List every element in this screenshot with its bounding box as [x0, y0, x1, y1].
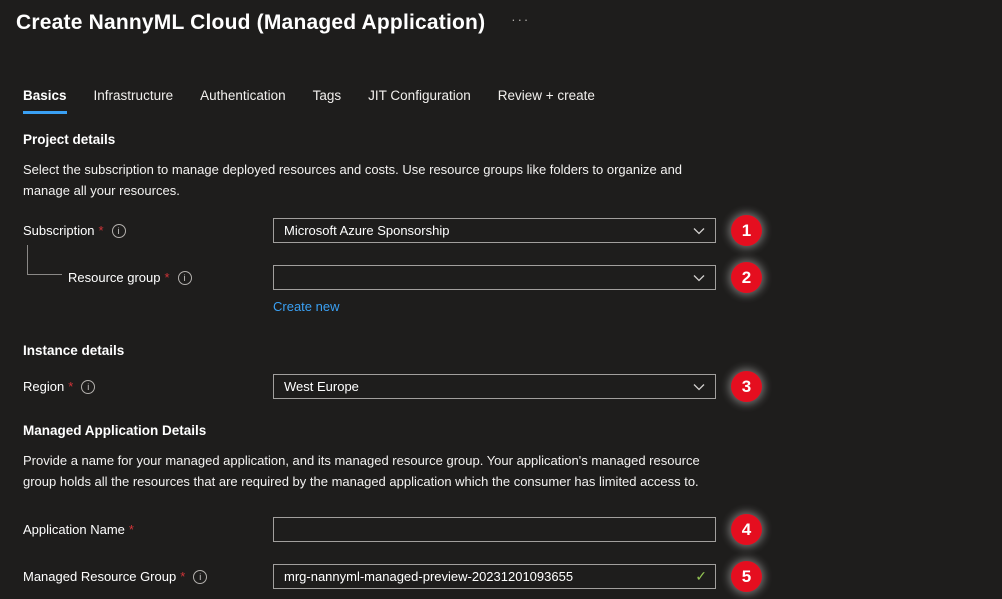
page-title: Create NannyML Cloud (Managed Applicatio… — [16, 8, 485, 38]
application-name-row: Application Name * 4 — [23, 514, 1002, 545]
annotation-badge-2: 2 — [731, 262, 762, 293]
tab-basics[interactable]: Basics — [23, 88, 67, 114]
info-icon[interactable]: i — [81, 380, 95, 394]
region-label: Region * i — [23, 379, 273, 394]
annotation-badge-4: 4 — [731, 514, 762, 545]
application-name-input[interactable] — [273, 517, 716, 542]
create-new-link[interactable]: Create new — [273, 299, 339, 314]
required-asterisk: * — [180, 569, 185, 584]
tab-infrastructure[interactable]: Infrastructure — [94, 88, 174, 114]
region-dropdown[interactable]: West Europe — [273, 374, 716, 399]
managed-resource-group-input[interactable] — [273, 564, 716, 589]
field-connector-line — [27, 245, 62, 275]
subscription-dropdown-value: Microsoft Azure Sponsorship — [284, 223, 449, 238]
tab-tags[interactable]: Tags — [313, 88, 342, 114]
info-icon[interactable]: i — [178, 271, 192, 285]
page-header: Create NannyML Cloud (Managed Applicatio… — [0, 0, 1002, 38]
annotation-badge-1: 1 — [731, 215, 762, 246]
subscription-row: Subscription * i Microsoft Azure Sponsor… — [23, 215, 1002, 246]
subscription-label: Subscription * i — [23, 223, 273, 238]
more-options-icon[interactable]: ··· — [511, 12, 530, 27]
region-dropdown-value: West Europe — [284, 379, 359, 394]
required-asterisk: * — [99, 223, 104, 238]
section-heading-instance-details: Instance details — [23, 343, 1002, 358]
section-heading-project-details: Project details — [23, 132, 1002, 147]
wizard-tabs: Basics Infrastructure Authentication Tag… — [23, 88, 1002, 114]
tab-authentication[interactable]: Authentication — [200, 88, 286, 114]
chevron-down-icon — [693, 274, 705, 282]
managed-resource-group-row: Managed Resource Group * i ✓ 5 — [23, 561, 1002, 592]
subscription-dropdown[interactable]: Microsoft Azure Sponsorship — [273, 218, 716, 243]
managed-application-description: Provide a name for your managed applicat… — [23, 450, 729, 492]
chevron-down-icon — [693, 227, 705, 235]
application-name-label: Application Name * — [23, 522, 273, 537]
section-heading-managed-application-details: Managed Application Details — [23, 423, 1002, 438]
required-asterisk: * — [129, 522, 134, 537]
annotation-badge-3: 3 — [731, 371, 762, 402]
annotation-badge-5: 5 — [731, 561, 762, 592]
checkmark-icon: ✓ — [695, 568, 707, 585]
project-details-description: Select the subscription to manage deploy… — [23, 159, 729, 201]
info-icon[interactable]: i — [112, 224, 126, 238]
tab-review-create[interactable]: Review + create — [498, 88, 595, 114]
chevron-down-icon — [693, 383, 705, 391]
resource-group-row: Resource group * i 2 — [23, 262, 1002, 293]
resource-group-dropdown[interactable] — [273, 265, 716, 290]
required-asterisk: * — [165, 270, 170, 285]
info-icon[interactable]: i — [193, 570, 207, 584]
basics-form: Subscription * i Microsoft Azure Sponsor… — [23, 215, 1002, 592]
tab-jit-configuration[interactable]: JIT Configuration — [368, 88, 471, 114]
managed-resource-group-label: Managed Resource Group * i — [23, 569, 273, 584]
region-row: Region * i West Europe 3 — [23, 371, 1002, 402]
required-asterisk: * — [68, 379, 73, 394]
